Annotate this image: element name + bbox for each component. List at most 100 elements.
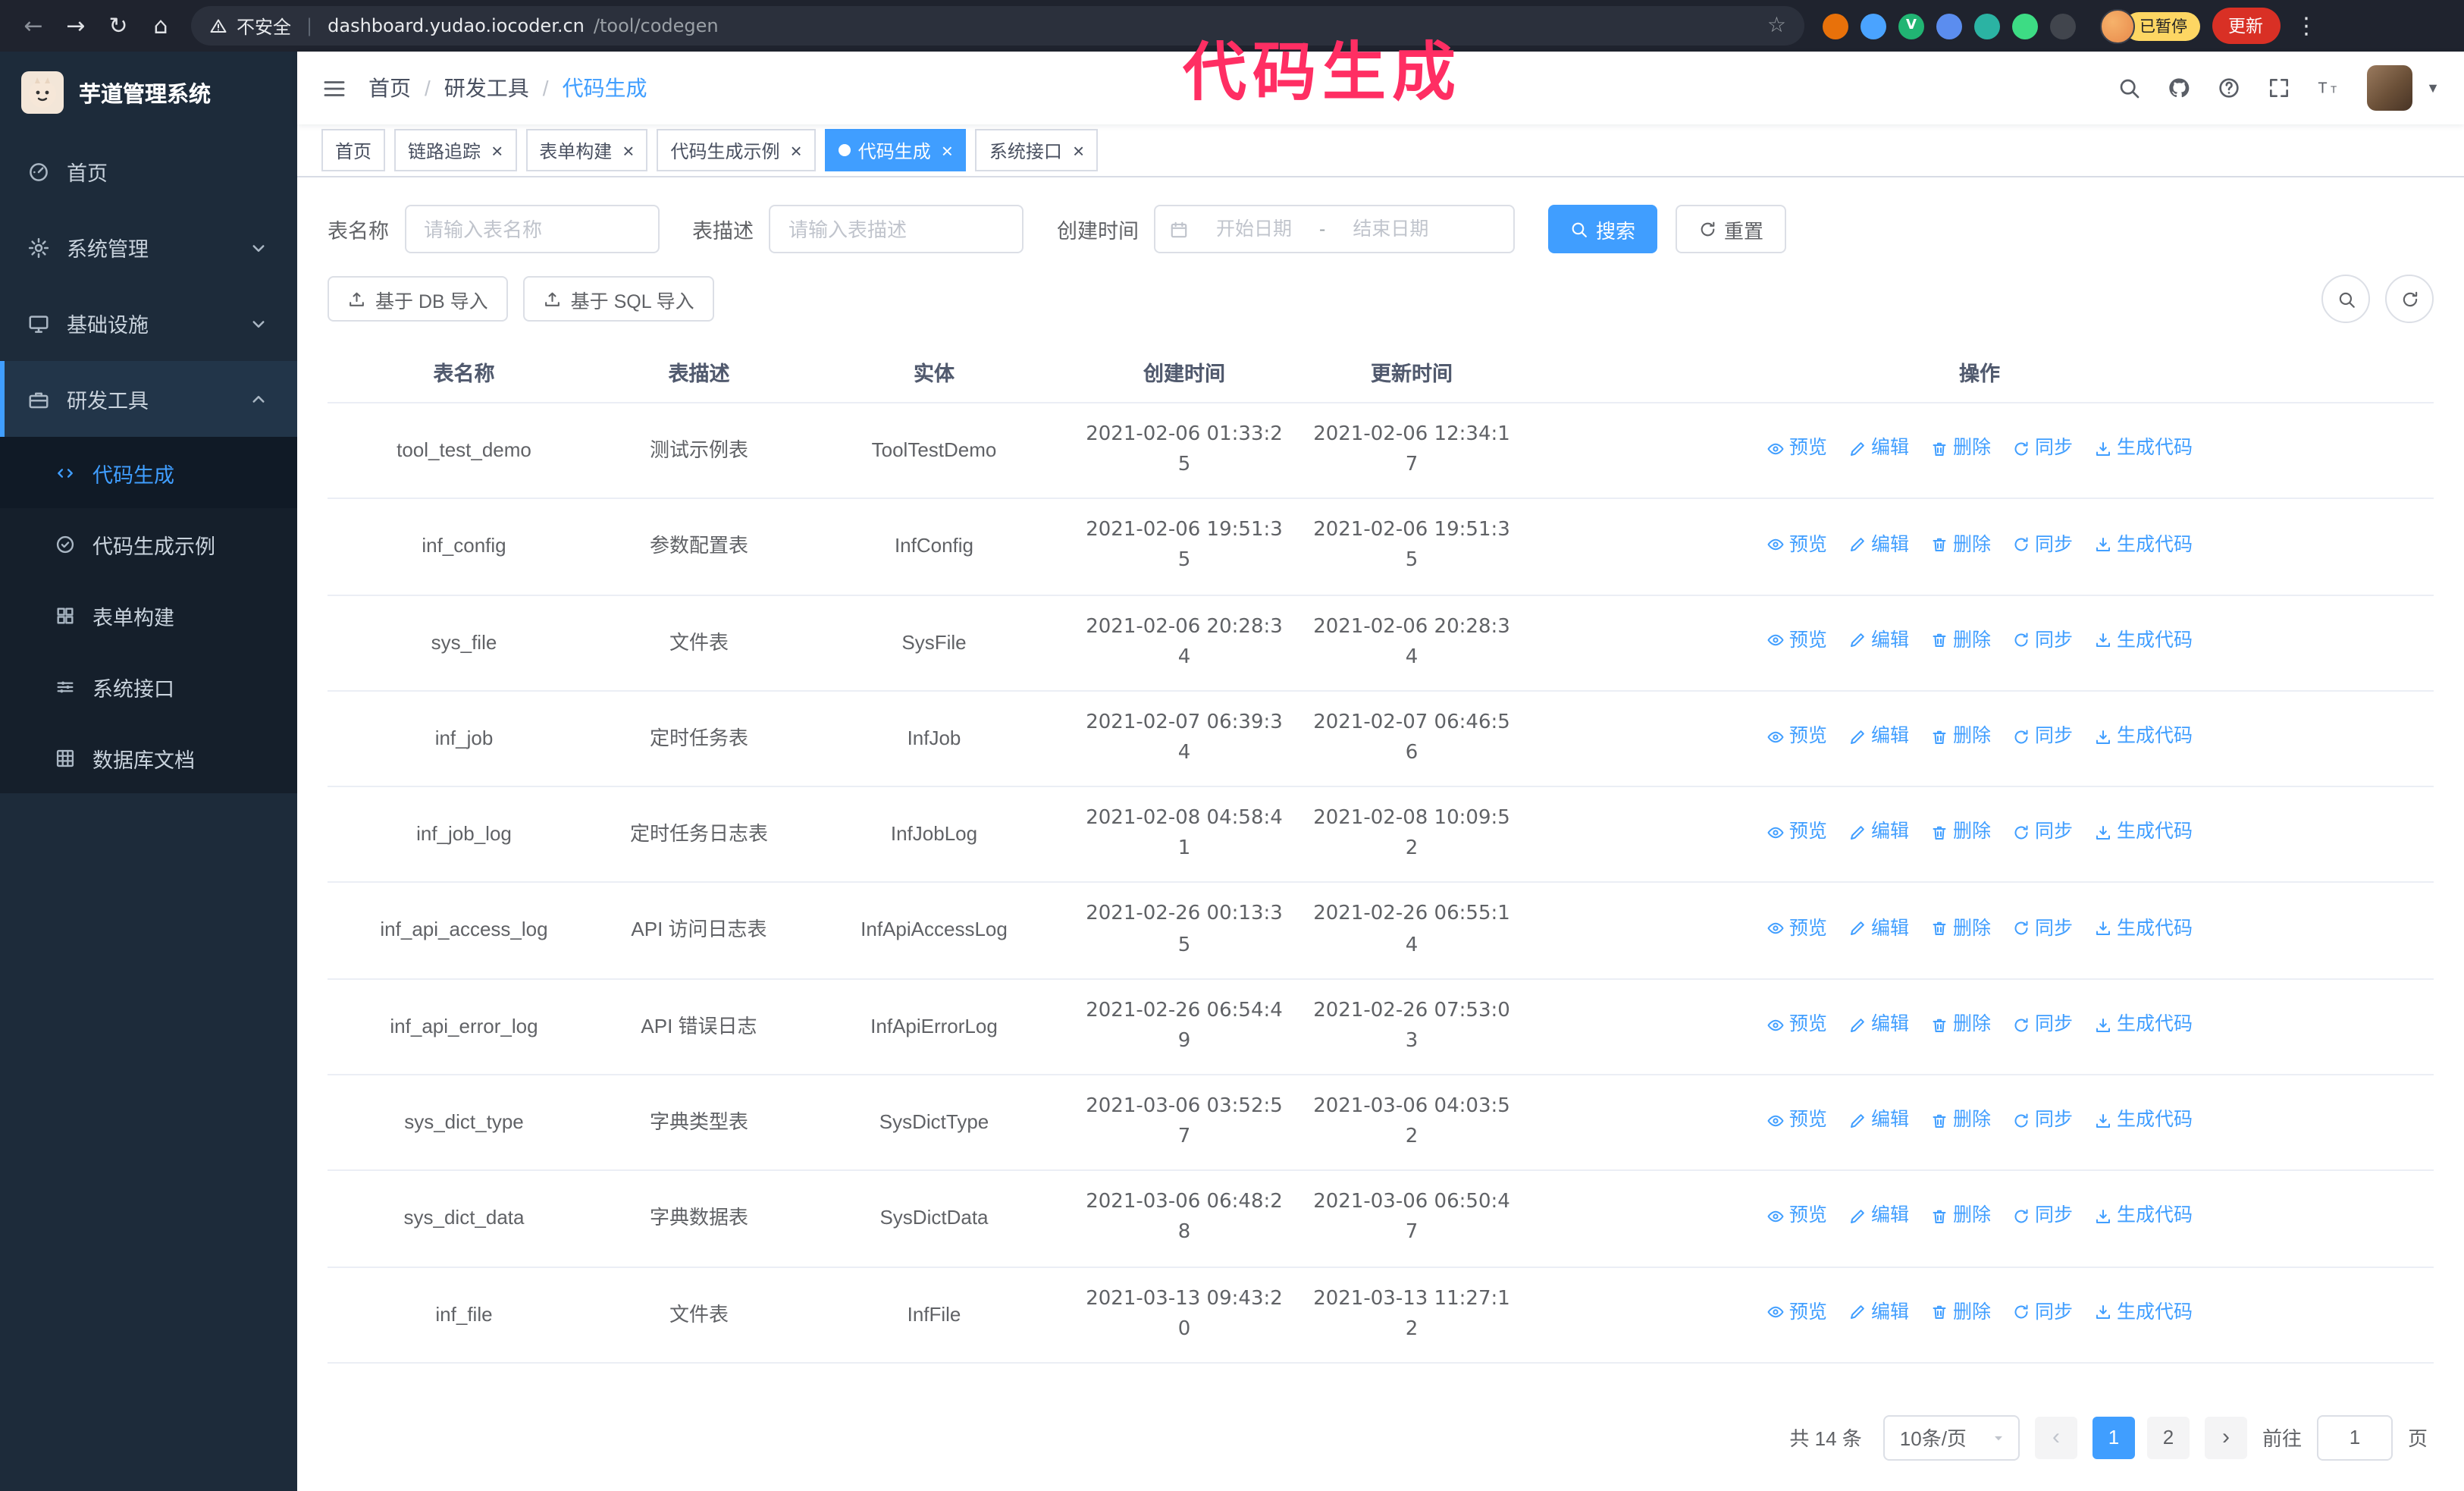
edit-link[interactable]: 编辑	[1848, 530, 1909, 560]
sidebar-toggle-icon[interactable]	[321, 75, 347, 101]
sync-link[interactable]: 同步	[2012, 818, 2073, 848]
tab-codegen[interactable]: 代码生成 ×	[824, 129, 967, 171]
close-icon[interactable]: ×	[491, 140, 503, 160]
breadcrumb-item[interactable]: 研发工具	[444, 73, 529, 103]
forward-button[interactable]: →	[58, 8, 94, 44]
sync-link[interactable]: 同步	[2012, 722, 2073, 752]
preview-link[interactable]: 预览	[1766, 530, 1827, 560]
generate-code-link[interactable]: 生成代码	[2094, 914, 2193, 943]
reset-button[interactable]: 重置	[1675, 205, 1787, 253]
tab-form-builder[interactable]: 表单构建 ×	[525, 129, 648, 171]
update-button[interactable]: 更新	[2212, 8, 2280, 44]
start-date-input[interactable]	[1195, 217, 1313, 241]
address-bar[interactable]: 不安全 | dashboard.yudao.iocoder.cn/tool/co…	[191, 6, 1804, 46]
generate-code-link[interactable]: 生成代码	[2094, 530, 2193, 560]
generate-code-link[interactable]: 生成代码	[2094, 1106, 2193, 1135]
sidebar-item-form-builder[interactable]: 表单构建	[0, 579, 297, 651]
close-icon[interactable]: ×	[1073, 140, 1084, 160]
question-icon[interactable]	[2217, 76, 2241, 100]
fox-extension-icon[interactable]	[1823, 13, 1848, 39]
sidebar-item-system-api[interactable]: 系统接口	[0, 651, 297, 722]
generate-code-link[interactable]: 生成代码	[2094, 1298, 2193, 1328]
search-icon[interactable]	[2117, 76, 2141, 100]
page-2-button[interactable]: 2	[2146, 1416, 2190, 1459]
toggle-search-button[interactable]	[2321, 275, 2370, 323]
close-icon[interactable]: ×	[942, 140, 953, 160]
sidebar-item-codegen[interactable]: 代码生成	[0, 437, 297, 508]
breadcrumb-item[interactable]: 首页	[368, 73, 411, 103]
reload-button[interactable]: ↻	[100, 8, 136, 44]
caret-down-icon[interactable]: ▼	[2426, 80, 2440, 96]
edit-link[interactable]: 编辑	[1848, 1202, 1909, 1232]
home-button[interactable]: ⌂	[143, 8, 179, 44]
page-1-button[interactable]: 1	[2092, 1416, 2135, 1459]
logo[interactable]: 芋道管理系统	[0, 52, 297, 133]
delete-link[interactable]: 删除	[1930, 818, 1991, 848]
sync-link[interactable]: 同步	[2012, 626, 2073, 656]
fontsize-icon[interactable]: TT	[2317, 76, 2341, 100]
user-avatar[interactable]	[2367, 65, 2413, 111]
sync-link[interactable]: 同步	[2012, 1106, 2073, 1135]
delete-link[interactable]: 删除	[1930, 1010, 1991, 1040]
preview-link[interactable]: 预览	[1766, 434, 1827, 463]
preview-link[interactable]: 预览	[1766, 1298, 1827, 1328]
edit-link[interactable]: 编辑	[1848, 434, 1909, 463]
generate-code-link[interactable]: 生成代码	[2094, 1010, 2193, 1040]
edit-link[interactable]: 编辑	[1848, 1010, 1909, 1040]
edit-link[interactable]: 编辑	[1848, 1298, 1909, 1328]
tab-system-api[interactable]: 系统接口 ×	[975, 129, 1099, 171]
import-sql-button[interactable]: 基于 SQL 导入	[522, 276, 714, 322]
edit-link[interactable]: 编辑	[1848, 722, 1909, 752]
goto-page-input[interactable]	[2316, 1414, 2393, 1461]
prev-page-button[interactable]: ‹	[2034, 1416, 2077, 1459]
table-name-input[interactable]	[404, 205, 659, 253]
leaf-extension-icon[interactable]	[2012, 13, 2038, 39]
generate-code-link[interactable]: 生成代码	[2094, 818, 2193, 848]
delete-link[interactable]: 删除	[1930, 722, 1991, 752]
table-desc-input[interactable]	[769, 205, 1024, 253]
delete-link[interactable]: 删除	[1930, 1298, 1991, 1328]
tab-trace[interactable]: 链路追踪 ×	[394, 129, 517, 171]
fullscreen-icon[interactable]	[2267, 76, 2291, 100]
sidebar-item-infrastructure[interactable]: 基础设施	[0, 285, 297, 361]
preview-link[interactable]: 预览	[1766, 626, 1827, 656]
browser-menu-icon[interactable]: ⋮	[2292, 12, 2321, 39]
delete-link[interactable]: 删除	[1930, 626, 1991, 656]
generate-code-link[interactable]: 生成代码	[2094, 626, 2193, 656]
vue-devtools-extension-icon[interactable]: V	[1898, 13, 1924, 39]
profile-chip[interactable]: 已暂停	[2100, 8, 2199, 43]
sync-link[interactable]: 同步	[2012, 1298, 2073, 1328]
preview-link[interactable]: 预览	[1766, 818, 1827, 848]
generate-code-link[interactable]: 生成代码	[2094, 434, 2193, 463]
delete-link[interactable]: 删除	[1930, 1106, 1991, 1135]
teal-extension-icon[interactable]	[1974, 13, 2000, 39]
sync-link[interactable]: 同步	[2012, 434, 2073, 463]
delete-link[interactable]: 删除	[1930, 914, 1991, 943]
next-page-button[interactable]: ›	[2204, 1416, 2247, 1459]
sidebar-item-db-doc[interactable]: 数据库文档	[0, 722, 297, 793]
delete-link[interactable]: 删除	[1930, 434, 1991, 463]
sidebar-item-system-management[interactable]: 系统管理	[0, 209, 297, 285]
sidebar-item-dev-tools[interactable]: 研发工具	[0, 361, 297, 437]
sidebar-item-codegen-example[interactable]: 代码生成示例	[0, 508, 297, 579]
close-icon[interactable]: ×	[622, 140, 634, 160]
preview-link[interactable]: 预览	[1766, 1106, 1827, 1135]
delete-link[interactable]: 删除	[1930, 530, 1991, 560]
tab-home[interactable]: 首页	[321, 129, 386, 171]
preview-link[interactable]: 预览	[1766, 1202, 1827, 1232]
back-button[interactable]: ←	[15, 8, 52, 44]
refresh-table-button[interactable]	[2385, 275, 2434, 323]
people-extension-icon[interactable]	[1936, 13, 1962, 39]
sync-link[interactable]: 同步	[2012, 1010, 2073, 1040]
bookmark-star-icon[interactable]: ☆	[1767, 14, 1786, 38]
generate-code-link[interactable]: 生成代码	[2094, 1202, 2193, 1232]
page-size-select[interactable]: 10条/页	[1882, 1414, 2020, 1461]
close-icon[interactable]: ×	[791, 140, 802, 160]
sync-link[interactable]: 同步	[2012, 914, 2073, 943]
search-button[interactable]: 搜索	[1548, 205, 1657, 253]
sync-link[interactable]: 同步	[2012, 530, 2073, 560]
edit-link[interactable]: 编辑	[1848, 1106, 1909, 1135]
preview-link[interactable]: 预览	[1766, 722, 1827, 752]
sync-link[interactable]: 同步	[2012, 1202, 2073, 1232]
import-db-button[interactable]: 基于 DB 导入	[328, 276, 508, 322]
